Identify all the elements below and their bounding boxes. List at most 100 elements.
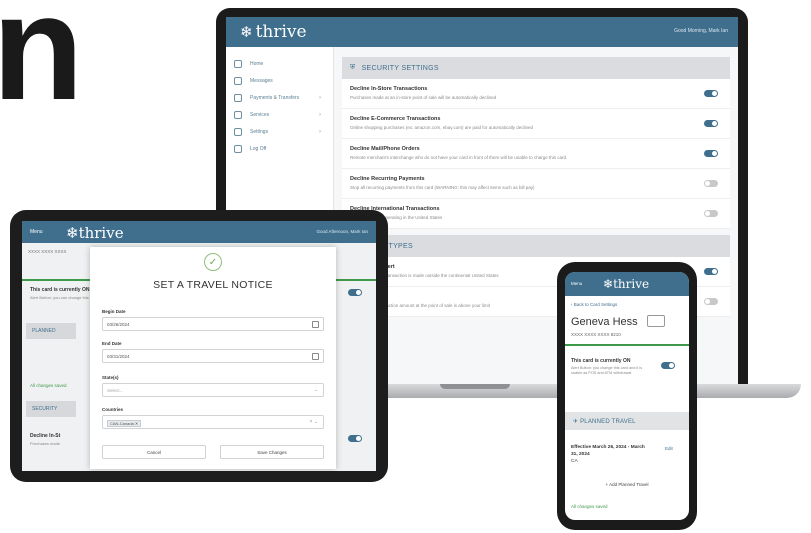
save-status: All changes saved xyxy=(571,504,608,509)
setting-toggle[interactable] xyxy=(348,435,362,442)
card-number: XXXX XXXX XXXX 8210 xyxy=(571,332,621,337)
chevron-right-icon: › xyxy=(319,94,321,101)
tablet-device: Menu ❄thrive Good Afternoon, Mark Ian XX… xyxy=(10,210,388,482)
setting-title: Decline International Transactions xyxy=(350,206,440,212)
sidebar-item-messages[interactable]: Messages xyxy=(226,72,333,89)
setting-title: Decline In-St xyxy=(30,433,61,439)
card-toggle[interactable] xyxy=(661,362,675,369)
sidebar-item-services[interactable]: Services › xyxy=(226,106,333,123)
section-title: SECURITY SETTINGS xyxy=(361,64,439,72)
setting-row: Decline International Transactions Limit… xyxy=(342,199,730,229)
gear-icon xyxy=(234,127,242,136)
account-number: XXXX XXXX XXXX xyxy=(28,249,67,254)
greeting[interactable]: Good Afternoon, Mark Ian xyxy=(316,229,368,234)
phone-screen: Menu ❄thrive ‹ Back to Card Settings Gen… xyxy=(565,272,689,520)
alert-types-header: ⚑ALERT TYPES xyxy=(342,235,730,257)
services-icon xyxy=(234,110,242,119)
card-status: This card is currently ON xyxy=(30,287,90,293)
setting-toggle[interactable] xyxy=(704,150,718,157)
save-changes-button[interactable]: Save Changes xyxy=(220,445,324,459)
end-date-label: End Date xyxy=(102,341,122,346)
snowflake-logo-icon: ❄ xyxy=(66,224,79,242)
travel-notice-modal: ✓ SET A TRAVEL NOTICE Begin Date 03/26/2… xyxy=(90,247,336,469)
brand-name: thrive xyxy=(255,22,307,42)
card-status: This card is currently ON xyxy=(571,358,631,364)
chevron-down-icon: ⌄ xyxy=(313,387,318,393)
chevron-right-icon: › xyxy=(319,128,321,135)
chevron-right-icon: › xyxy=(319,111,321,118)
states-label: State(s) xyxy=(102,375,119,380)
modal-title: SET A TRAVEL NOTICE xyxy=(153,279,273,291)
card-icon xyxy=(647,315,665,327)
thrive-logo[interactable]: ❄thrive xyxy=(66,224,124,242)
laptop-notch xyxy=(440,384,510,389)
travel-location: CA xyxy=(571,459,578,464)
setting-title: Decline Mail/Phone Orders xyxy=(350,146,420,152)
sidebar-item-label: Messages xyxy=(250,77,273,84)
setting-row: Decline Mail/Phone Orders Remote merchan… xyxy=(342,139,730,169)
states-placeholder: Select... xyxy=(107,388,124,393)
setting-desc: Online shopping purchases (ex: amazon.co… xyxy=(350,125,534,130)
planned-travel-header: PLANNED xyxy=(26,323,76,339)
clear-chevron-icon[interactable]: × ⌄ xyxy=(310,419,319,425)
menu-button[interactable]: Menu xyxy=(30,229,43,235)
message-icon xyxy=(234,76,242,85)
logoff-icon xyxy=(234,144,242,153)
thrive-logo[interactable]: ❄thrive xyxy=(603,277,649,291)
security-header: SECURITY xyxy=(26,401,76,417)
save-status: All changes saved xyxy=(30,383,67,388)
setting-desc: Purchases made xyxy=(30,441,61,446)
add-planned-travel-button[interactable]: + Add Planned Travel xyxy=(565,482,689,487)
cardholder-name: Geneva Hess xyxy=(571,316,638,328)
setting-row: Decline E-Commerce Transactions Online s… xyxy=(342,109,730,139)
sidebar-item-label: Home xyxy=(250,60,264,67)
check-circle-icon: ✓ xyxy=(204,253,222,271)
edit-link[interactable]: Edit xyxy=(665,446,673,451)
setting-toggle[interactable] xyxy=(704,120,718,127)
calendar-icon[interactable] xyxy=(312,321,319,328)
thrive-logo[interactable]: ❄thrive xyxy=(240,22,307,42)
greeting[interactable]: Good Morning, Mark Ian xyxy=(674,28,728,34)
end-date-value: 03/31/2024 xyxy=(107,354,130,359)
sidebar-item-logoff[interactable]: Log Off xyxy=(226,140,333,157)
setting-toggle[interactable] xyxy=(704,90,718,97)
back-link[interactable]: ‹ Back to Card Settings xyxy=(571,302,617,307)
tablet-header: Menu ❄thrive Good Afternoon, Mark Ian xyxy=(22,221,376,243)
planned-travel-header: ✈ PLANNED TRAVEL xyxy=(565,412,689,430)
travel-dates: Effective March 26, 2024 - March 31, 202… xyxy=(571,445,645,457)
setting-title: Decline Recurring Payments xyxy=(350,176,425,182)
security-settings-header: ⛨ SECURITY SETTINGS xyxy=(342,57,730,79)
snowflake-logo-icon: ❄ xyxy=(603,277,614,291)
brand-name: thrive xyxy=(78,224,124,242)
alert-toggle[interactable] xyxy=(704,268,718,275)
travel-entry: Effective March 26, 2024 - March 31, 202… xyxy=(571,444,651,465)
alert-toggle[interactable] xyxy=(704,298,718,305)
snowflake-logo-icon: ❄ xyxy=(240,23,253,41)
setting-toggle[interactable] xyxy=(704,180,718,187)
setting-title: Decline In-Store Transactions xyxy=(350,86,428,92)
card-status-desc: Alert Button: you can change this card xyxy=(30,295,98,300)
end-date-input[interactable]: 03/31/2024 xyxy=(102,349,324,363)
phone-header: Menu ❄thrive xyxy=(565,272,689,296)
country-tag[interactable]: CAN-Canada ✕ xyxy=(107,420,142,427)
menu-button[interactable]: Menu xyxy=(571,281,582,286)
begin-date-label: Begin Date xyxy=(102,309,126,314)
cancel-button[interactable]: Cancel xyxy=(102,445,206,459)
countries-select[interactable]: CAN-Canada ✕ × ⌄ xyxy=(102,415,324,429)
sidebar-item-settings[interactable]: Settings › xyxy=(226,123,333,140)
setting-desc: Limit to vendors operating in the United… xyxy=(350,215,443,220)
sidebar-item-payments[interactable]: Payments & Transfers › xyxy=(226,89,333,106)
headline-letter: n xyxy=(0,0,84,131)
brand-name: thrive xyxy=(613,277,650,291)
setting-desc: Remote merchant's interchange who do not… xyxy=(350,155,568,160)
sidebar-item-home[interactable]: Home xyxy=(226,55,333,72)
section-title: PLANNED TRAVEL xyxy=(580,419,636,425)
card-toggle[interactable] xyxy=(348,289,362,296)
setting-toggle[interactable] xyxy=(704,210,718,217)
calendar-icon[interactable] xyxy=(312,353,319,360)
begin-date-input[interactable]: 03/26/2024 xyxy=(102,317,324,331)
countries-label: Countries xyxy=(102,407,124,412)
states-select[interactable]: Select... ⌄ xyxy=(102,383,324,397)
sidebar-item-label: Payments & Transfers xyxy=(250,94,300,101)
setting-desc: Purchases made at an in-store point of s… xyxy=(350,95,497,100)
